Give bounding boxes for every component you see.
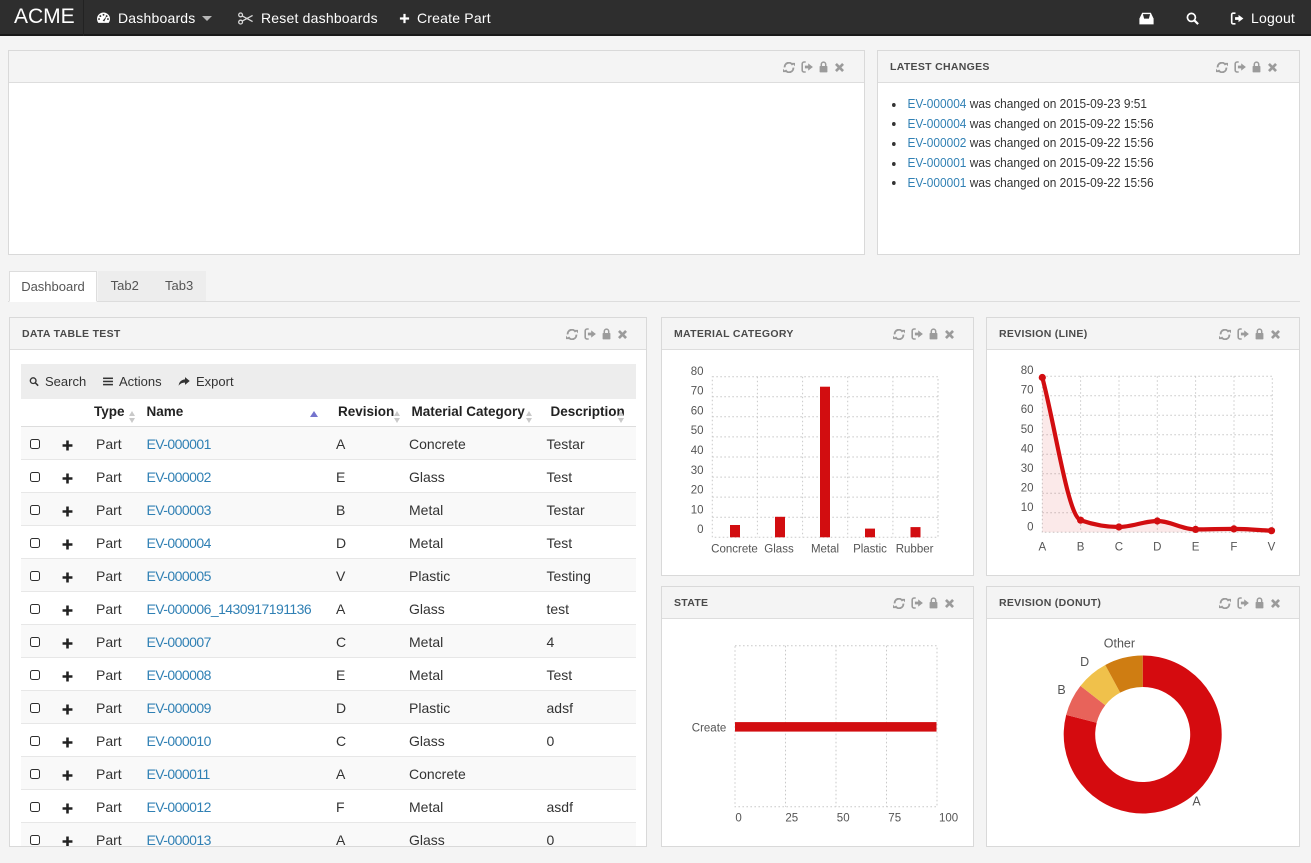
- svg-text:30: 30: [1021, 463, 1034, 475]
- svg-text:F: F: [1230, 541, 1237, 553]
- svg-text:25: 25: [785, 813, 798, 825]
- svg-text:D: D: [1153, 541, 1161, 553]
- svg-text:Concrete: Concrete: [711, 544, 758, 556]
- svg-text:B: B: [1057, 683, 1065, 697]
- svg-text:0: 0: [735, 813, 741, 825]
- svg-text:0: 0: [1027, 522, 1033, 534]
- svg-text:E: E: [1192, 541, 1200, 553]
- svg-text:Create: Create: [692, 722, 727, 734]
- svg-text:40: 40: [691, 445, 704, 457]
- svg-text:100: 100: [939, 813, 958, 825]
- svg-text:Other: Other: [1104, 637, 1135, 651]
- svg-text:70: 70: [1021, 385, 1034, 397]
- svg-text:60: 60: [691, 406, 704, 418]
- svg-text:B: B: [1077, 541, 1085, 553]
- svg-text:50: 50: [837, 813, 850, 825]
- svg-text:40: 40: [1021, 443, 1034, 455]
- svg-text:50: 50: [1021, 424, 1034, 436]
- svg-text:Metal: Metal: [811, 544, 839, 556]
- svg-text:70: 70: [691, 386, 704, 398]
- svg-text:Glass: Glass: [764, 544, 794, 556]
- svg-text:10: 10: [691, 504, 704, 516]
- svg-text:C: C: [1115, 541, 1123, 553]
- svg-text:0: 0: [697, 524, 703, 536]
- svg-text:80: 80: [691, 366, 704, 378]
- svg-text:60: 60: [1021, 404, 1034, 416]
- svg-text:20: 20: [1021, 482, 1034, 494]
- svg-text:A: A: [1192, 795, 1201, 809]
- svg-text:30: 30: [691, 465, 704, 477]
- svg-text:V: V: [1268, 541, 1276, 553]
- svg-text:20: 20: [691, 485, 704, 497]
- svg-text:75: 75: [888, 813, 901, 825]
- svg-text:50: 50: [691, 425, 704, 437]
- svg-text:A: A: [1038, 541, 1046, 553]
- svg-text:10: 10: [1021, 502, 1034, 514]
- svg-text:Rubber: Rubber: [896, 544, 934, 556]
- svg-text:Plastic: Plastic: [853, 544, 887, 556]
- svg-text:80: 80: [1021, 365, 1034, 377]
- svg-text:D: D: [1080, 655, 1089, 669]
